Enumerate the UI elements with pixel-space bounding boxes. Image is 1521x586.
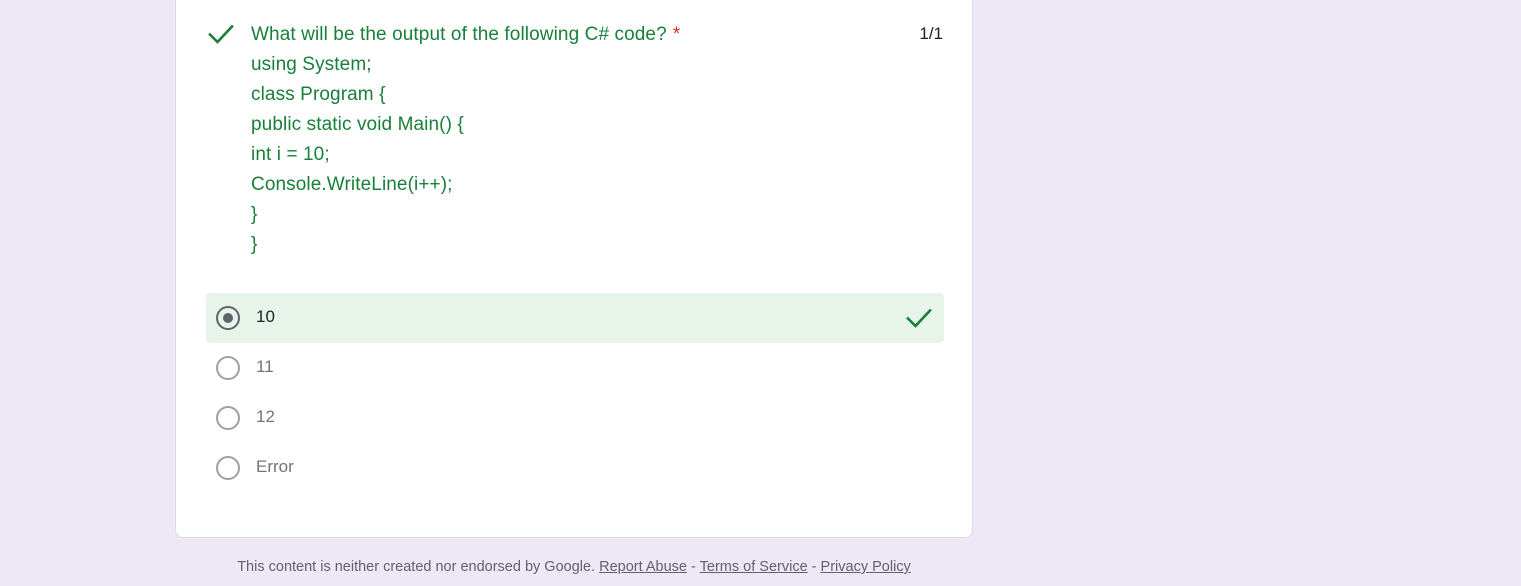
check-icon: [208, 24, 234, 44]
privacy-policy-link[interactable]: Privacy Policy: [821, 559, 911, 575]
question-heading: What will be the output of the following…: [251, 20, 871, 50]
option-10[interactable]: 10: [206, 293, 944, 343]
footer: This content is neither created nor endo…: [175, 557, 973, 577]
question-text: What will be the output of the following…: [251, 24, 667, 45]
code-line: using System;: [251, 54, 372, 75]
report-abuse-link[interactable]: Report Abuse: [599, 559, 687, 575]
option-label: Error: [256, 457, 294, 476]
radio-button[interactable]: [216, 406, 240, 430]
score-label: 1/1: [919, 24, 943, 43]
code-line: public static void Main() {: [251, 114, 464, 135]
code-line: class Program {: [251, 84, 386, 105]
option-label: 10: [256, 307, 275, 326]
footer-separator: -: [691, 559, 696, 575]
option-11[interactable]: 11: [206, 343, 944, 393]
option-12[interactable]: 12: [206, 393, 944, 443]
option-error[interactable]: Error: [206, 443, 944, 493]
option-label: 11: [256, 357, 274, 376]
code-line: int i = 10;: [251, 144, 330, 165]
check-icon: [906, 308, 932, 328]
code-line: }: [251, 234, 258, 255]
footer-separator: -: [811, 559, 817, 575]
option-label: 12: [256, 407, 275, 426]
terms-of-service-link[interactable]: Terms of Service: [700, 559, 808, 575]
required-marker: *: [672, 24, 681, 45]
code-line: }: [251, 204, 258, 225]
radio-button[interactable]: [216, 356, 240, 380]
question-title: What will be the output of the following…: [251, 20, 871, 260]
radio-dot: [223, 313, 233, 323]
code-line: Console.WriteLine(i++);: [251, 174, 453, 195]
radio-button[interactable]: [216, 456, 240, 480]
disclaimer-text: This content is neither created nor endo…: [237, 559, 596, 575]
answer-options: 10 11 12 Error: [206, 293, 944, 493]
radio-button-selected[interactable]: [216, 306, 240, 330]
